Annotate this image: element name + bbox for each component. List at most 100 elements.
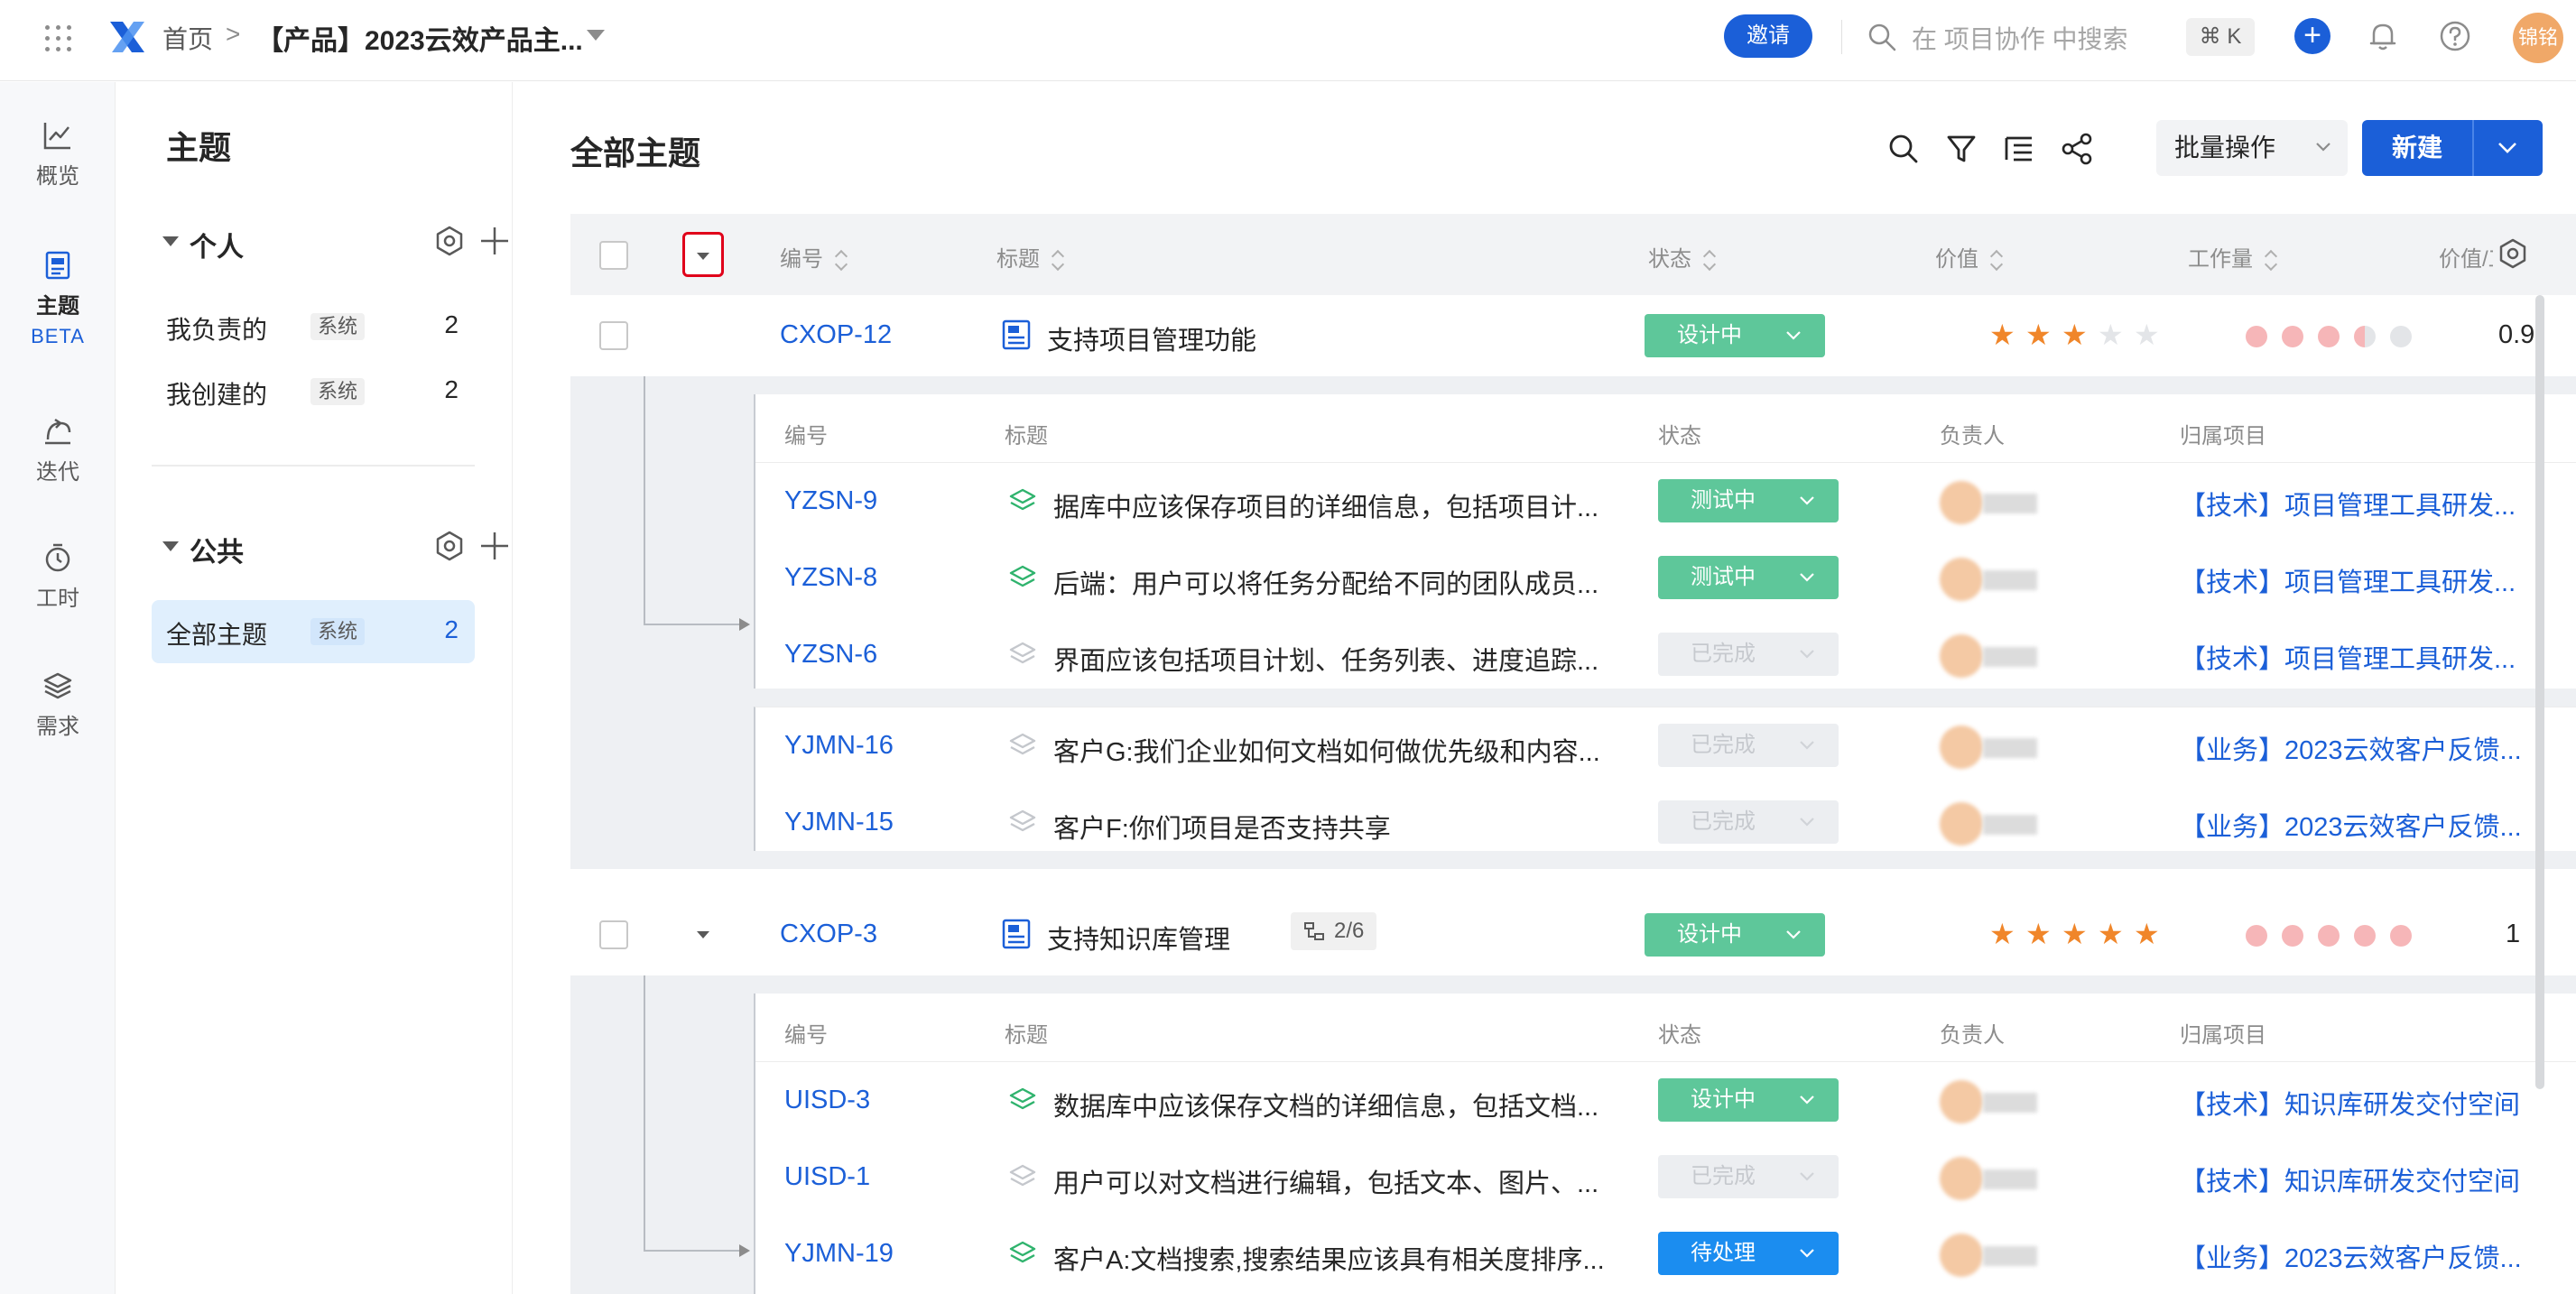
breadcrumb-project[interactable]: 【产品】2023云效产品主... (256, 18, 583, 58)
workload-dot-filled[interactable] (2282, 925, 2303, 947)
workload-dot-filled[interactable] (2318, 326, 2340, 347)
workload-dot-filled[interactable] (2246, 326, 2267, 347)
child-title[interactable]: 数据库中应该保存文档的详细信息，包括文档... (1053, 1086, 1598, 1123)
column-header-code[interactable]: 编号 (780, 241, 848, 273)
rail-item-overview[interactable]: 概览 (0, 120, 116, 189)
child-row[interactable]: UISD-3 数据库中应该保存文档的详细信息，包括文档... 设计中 【技术】知… (755, 1062, 2576, 1139)
topic-code[interactable]: CXOP-12 (780, 320, 892, 350)
global-search-input[interactable]: 在 项目协作 中搜索 (1912, 20, 2128, 56)
status-dropdown[interactable]: 已完成 (1658, 1155, 1839, 1198)
workload-dot-filled[interactable] (2246, 925, 2267, 947)
workload-dot-filled[interactable] (2390, 925, 2412, 947)
owner-avatar-blurred[interactable] (1940, 481, 2046, 524)
sort-icon[interactable] (1991, 250, 2004, 272)
view-my-created[interactable]: 我创建的 系统 2 (152, 360, 475, 420)
value-stars[interactable]: ★ ★ ★ ★ ★ (1989, 320, 2170, 349)
search-icon[interactable] (1886, 131, 1922, 167)
group-personal[interactable]: 个人 (162, 223, 508, 263)
bell-icon[interactable] (2365, 18, 2401, 54)
list-view-icon[interactable] (2001, 131, 2037, 167)
plus-icon[interactable] (477, 223, 513, 259)
owner-avatar-blurred[interactable] (1940, 726, 2046, 769)
owner-avatar-blurred[interactable] (1940, 1234, 2046, 1277)
status-dropdown[interactable]: 已完成 (1658, 800, 1839, 844)
owner-avatar-blurred[interactable] (1940, 802, 2046, 846)
workload-dot-filled[interactable] (2282, 326, 2303, 347)
child-title[interactable]: 用户可以对文档进行编辑，包括文本、图片、... (1053, 1162, 1598, 1200)
child-project[interactable]: 【技术】项目管理工具研发... (2180, 485, 2516, 522)
gear-icon[interactable] (433, 530, 466, 562)
view-my-responsible[interactable]: 我负责的 系统 2 (152, 295, 475, 355)
star-filled-icon[interactable]: ★ (2134, 920, 2170, 948)
child-project[interactable]: 【业务】2023云效客户反馈... (2180, 1237, 2522, 1275)
select-all-checkbox[interactable] (599, 241, 628, 270)
child-row[interactable]: UISD-1 用户可以对文档进行编辑，包括文本、图片、... 已完成 【技术】知… (755, 1139, 2576, 1215)
row-checkbox[interactable] (599, 920, 628, 949)
column-header-value[interactable]: 价值 (1935, 241, 2004, 273)
topic-title[interactable]: 支持知识库管理 (1047, 919, 1230, 957)
status-dropdown[interactable]: 已完成 (1658, 724, 1839, 767)
star-filled-icon[interactable]: ★ (1989, 320, 2025, 349)
child-code[interactable]: UISD-1 (784, 1162, 870, 1192)
status-dropdown[interactable]: 设计中 (1645, 314, 1825, 357)
child-title[interactable]: 客户G:我们企业如何文档如何做优先级和内容... (1053, 731, 1600, 769)
new-button[interactable]: 新建 (2362, 120, 2543, 176)
expand-all-toggle[interactable] (682, 232, 724, 277)
owner-avatar-blurred[interactable] (1940, 634, 2046, 678)
status-dropdown[interactable]: 待处理 (1658, 1232, 1839, 1275)
child-project[interactable]: 【业务】2023云效客户反馈... (2180, 806, 2522, 844)
child-row[interactable]: YJMN-19 客户A:文档搜索,搜索结果应该具有相关度排序... 待处理 【业… (755, 1215, 2576, 1292)
status-dropdown[interactable]: 测试中 (1658, 479, 1839, 522)
rail-item-topics[interactable]: 主题 BETA (0, 250, 116, 348)
star-empty-icon[interactable]: ★ (2134, 320, 2170, 349)
child-code[interactable]: YZSN-6 (784, 640, 877, 670)
child-code[interactable]: YJMN-19 (784, 1239, 894, 1269)
star-filled-icon[interactable]: ★ (2062, 920, 2098, 948)
child-title[interactable]: 客户F:你们项目是否支持共享 (1053, 808, 1391, 846)
filter-icon[interactable] (1943, 131, 1979, 167)
topic-code[interactable]: CXOP-3 (780, 920, 877, 949)
child-code[interactable]: UISD-3 (784, 1086, 870, 1115)
user-avatar[interactable]: 锦铭 (2513, 13, 2563, 63)
workload-dot-half[interactable] (2354, 326, 2376, 347)
star-filled-icon[interactable]: ★ (2025, 320, 2062, 349)
status-dropdown[interactable]: 已完成 (1658, 633, 1839, 676)
status-dropdown[interactable]: 设计中 (1658, 1078, 1839, 1122)
chevron-down-icon[interactable] (587, 30, 605, 41)
workload-dots[interactable] (2246, 925, 2426, 951)
rail-item-requirements[interactable]: 需求 (0, 670, 116, 740)
child-project[interactable]: 【技术】项目管理工具研发... (2180, 638, 2516, 676)
child-project[interactable]: 【技术】知识库研发交付空间 (2180, 1160, 2520, 1198)
child-title[interactable]: 客户A:文档搜索,搜索结果应该具有相关度排序... (1053, 1239, 1605, 1277)
table-row[interactable]: CXOP-3 支持知识库管理 2/6 设计中 ★ ★ ★ ★ ★ 1 (570, 894, 2576, 975)
sort-icon[interactable] (1052, 250, 1065, 272)
star-filled-icon[interactable]: ★ (2025, 920, 2062, 948)
owner-avatar-blurred[interactable] (1940, 558, 2046, 601)
status-dropdown[interactable]: 测试中 (1658, 556, 1839, 599)
star-empty-icon[interactable]: ★ (2098, 320, 2134, 349)
child-title[interactable]: 界面应该包括项目计划、任务列表、进度追踪... (1053, 640, 1598, 678)
child-code[interactable]: YJMN-16 (784, 731, 894, 761)
table-row[interactable]: CXOP-12 支持项目管理功能 设计中 ★ ★ ★ ★ ★ 0.9 (570, 295, 2576, 376)
workload-dot-filled[interactable] (2354, 925, 2376, 947)
vertical-scrollbar[interactable] (2535, 295, 2544, 1089)
column-header-workload[interactable]: 工作量 (2188, 241, 2278, 273)
child-title[interactable]: 后端：用户可以将任务分配给不同的团队成员... (1053, 563, 1598, 601)
gear-icon[interactable] (433, 225, 466, 257)
child-project[interactable]: 【业务】2023云效客户反馈... (2180, 729, 2522, 767)
child-row[interactable]: YJMN-15 客户F:你们项目是否支持共享 已完成 【业务】2023云效客户反… (755, 784, 2576, 861)
child-code[interactable]: YZSN-8 (784, 563, 877, 593)
child-title[interactable]: 据库中应该保存项目的详细信息，包括项目计... (1053, 486, 1598, 524)
workload-dot-filled[interactable] (2318, 925, 2340, 947)
sort-icon[interactable] (2266, 250, 2278, 272)
row-expand-caret-icon[interactable] (697, 931, 709, 938)
apps-grid-icon[interactable] (43, 23, 74, 54)
workload-dots[interactable] (2246, 326, 2426, 352)
help-icon[interactable] (2437, 18, 2473, 54)
child-row[interactable]: YZSN-9 据库中应该保存项目的详细信息，包括项目计... 测试中 【技术】项… (755, 463, 2576, 540)
status-dropdown[interactable]: 设计中 (1645, 913, 1825, 957)
star-filled-icon[interactable]: ★ (1989, 920, 2025, 948)
breadcrumb-home[interactable]: 首页 (162, 20, 213, 56)
value-stars[interactable]: ★ ★ ★ ★ ★ (1989, 920, 2170, 948)
column-header-status[interactable]: 状态 (1648, 241, 1717, 273)
